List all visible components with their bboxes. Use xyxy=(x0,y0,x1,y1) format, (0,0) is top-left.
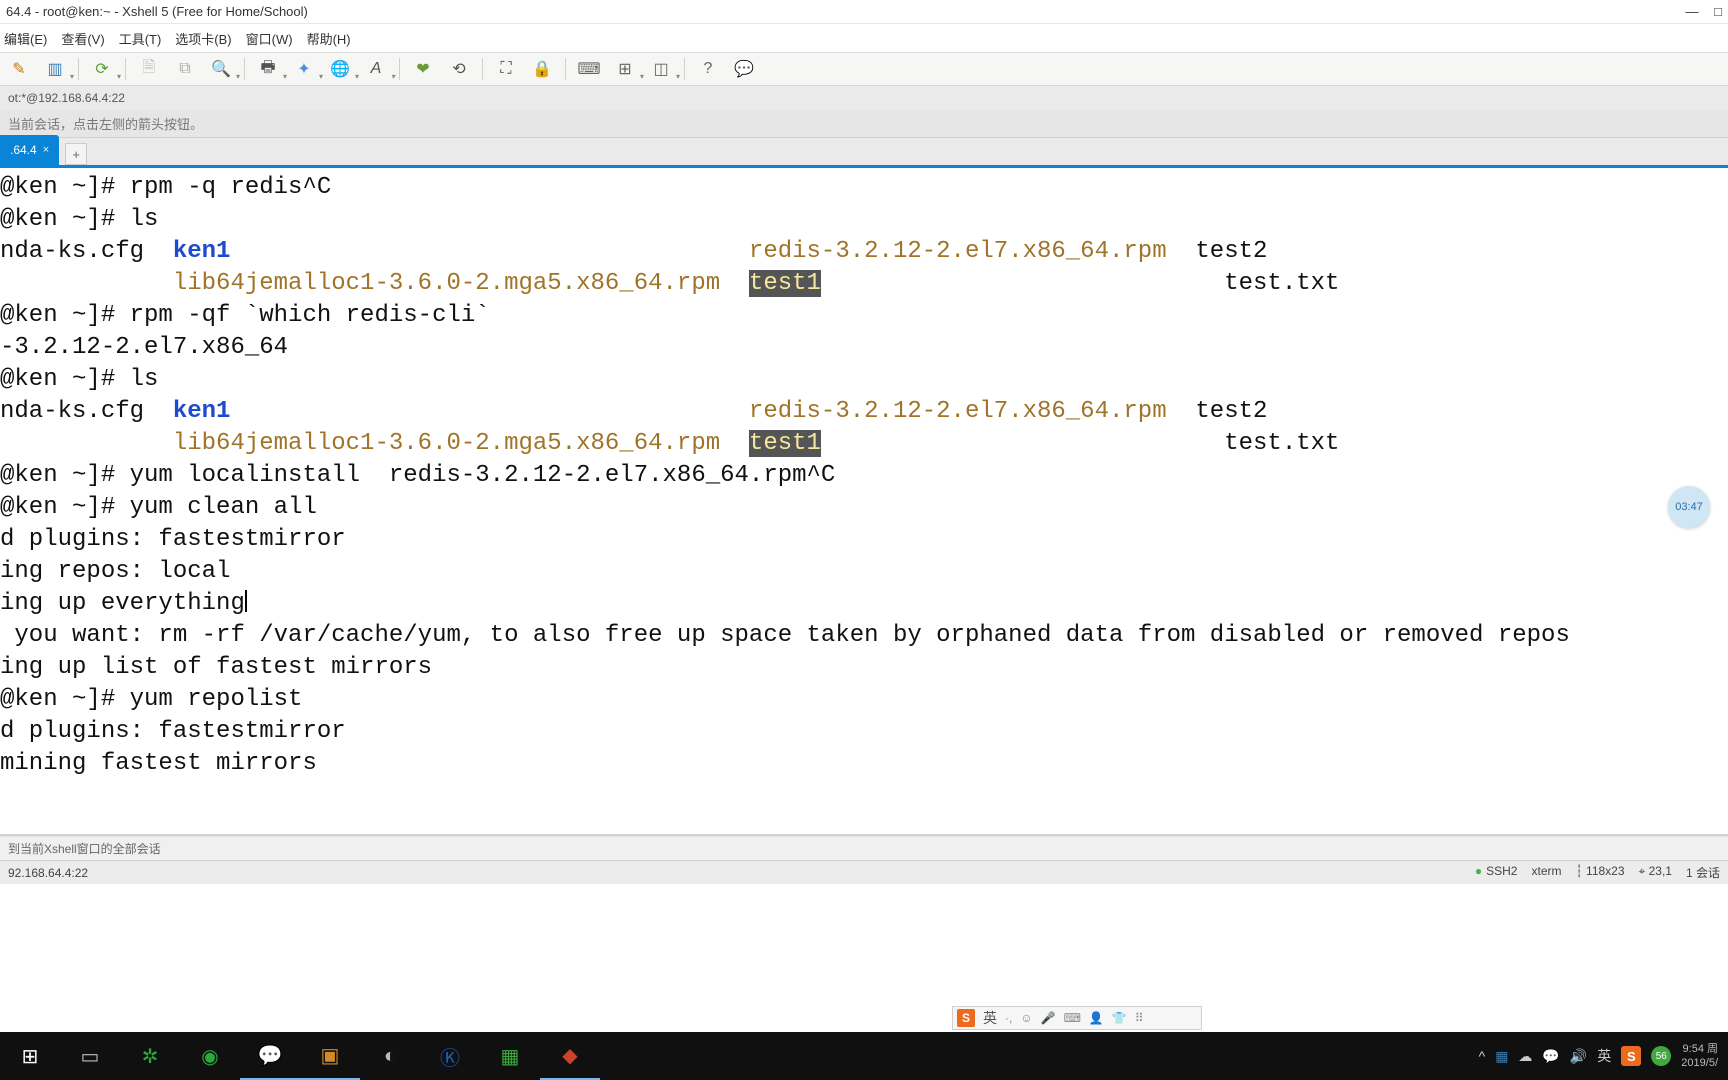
new-tab-button[interactable]: + xyxy=(65,143,87,165)
chat-icon[interactable]: 💬 xyxy=(731,57,757,81)
hint-bar: 当前会话，点击左侧的箭头按钮。 xyxy=(0,110,1728,138)
minimize-button[interactable]: — xyxy=(1686,4,1699,19)
window-title-bar: 64.4 - root@ken:~ - Xshell 5 (Free for H… xyxy=(0,0,1728,24)
new-session-icon[interactable]: ✎ xyxy=(6,57,32,81)
vmware-icon[interactable]: ▣ xyxy=(300,1032,360,1080)
kugou-icon[interactable]: Ⓚ xyxy=(420,1032,480,1080)
ime-keyboard-icon[interactable]: ⌨ xyxy=(1064,1011,1081,1025)
timer-badge[interactable]: 03:47 xyxy=(1668,486,1710,528)
iqiyi-icon[interactable]: ▦ xyxy=(480,1032,540,1080)
ime-emoji-icon[interactable]: ☺ xyxy=(1020,1011,1032,1025)
tray-onedrive-icon[interactable]: ☁ xyxy=(1518,1048,1532,1065)
menu-bar: 编辑(E) 查看(V) 工具(T) 选项卡(B) 窗口(W) 帮助(H) xyxy=(0,24,1728,52)
link-icon[interactable]: 🗎 xyxy=(136,57,162,81)
status-bar: 92.168.64.4:22 SSH2 xterm ┆ 118x23 ⌖ 23,… xyxy=(0,860,1728,884)
keyboard-icon[interactable]: ⌨ xyxy=(576,57,602,81)
ime-tools-icon[interactable]: ⠿ xyxy=(1135,1011,1144,1025)
menu-window[interactable]: 窗口(W) xyxy=(246,29,293,48)
address-bar[interactable]: ot:*@192.168.64.4:22 xyxy=(0,86,1728,110)
ime-person-icon[interactable]: 👤 xyxy=(1089,1011,1104,1025)
reconnect-icon[interactable]: ⟳ xyxy=(89,57,115,81)
windows-taskbar: ⊞ ▭ ✲ ◉ 💬 ▣ ◐ Ⓚ ▦ ◆ ^ ▦ ☁ 💬 🔊 英 S 56 9:5… xyxy=(0,1032,1728,1080)
tray-360-badge[interactable]: 56 xyxy=(1651,1046,1671,1066)
lock-icon[interactable]: 🔒 xyxy=(529,57,555,81)
status-cursor: ⌖ 23,1 xyxy=(1639,864,1672,881)
status-sessions: 1 会话 xyxy=(1686,864,1720,881)
tray-sogou-icon[interactable]: S xyxy=(1621,1046,1641,1066)
ime-punct-icon[interactable]: ·, xyxy=(1005,1011,1012,1025)
tray-app-icon[interactable]: ▦ xyxy=(1495,1048,1508,1065)
status-term: xterm xyxy=(1531,864,1561,881)
window-title: 64.4 - root@ken:~ - Xshell 5 (Free for H… xyxy=(6,4,308,19)
menu-edit[interactable]: 编辑(E) xyxy=(4,29,47,48)
copy-icon[interactable]: ⧉ xyxy=(172,57,198,81)
help-icon[interactable]: ? xyxy=(695,57,721,81)
close-icon[interactable]: × xyxy=(43,144,49,156)
tray-volume-icon[interactable]: 🔊 xyxy=(1570,1048,1587,1065)
favorite-icon[interactable]: ❤ xyxy=(410,57,436,81)
menu-view[interactable]: 查看(V) xyxy=(61,29,104,48)
search-icon[interactable]: 🔍 xyxy=(208,57,234,81)
session-tab-label: .64.4 xyxy=(10,143,37,157)
toolbar: ✎ ▥ ⟳ 🗎 ⧉ 🔍 🖶 ✦ 🌐 A ❤ ⟲ ⛶ 🔒 ⌨ ⊞ ◫ ? 💬 xyxy=(0,52,1728,86)
xshell-icon[interactable]: ◆ xyxy=(540,1032,600,1080)
tray-lang-icon[interactable]: 英 xyxy=(1597,1046,1611,1066)
ime-mic-icon[interactable]: 🎤 xyxy=(1041,1011,1056,1025)
menu-tabs[interactable]: 选项卡(B) xyxy=(175,29,231,48)
bookmark-icon[interactable]: ✦ xyxy=(291,57,317,81)
text-cursor xyxy=(245,590,247,612)
session-tabs: .64.4 × + xyxy=(0,138,1728,168)
app-icon-1[interactable]: ✲ xyxy=(120,1032,180,1080)
ime-skin-icon[interactable]: 👕 xyxy=(1112,1011,1127,1025)
panel-icon[interactable]: ◫ xyxy=(648,57,674,81)
start-button[interactable]: ⊞ xyxy=(0,1032,60,1080)
open-session-icon[interactable]: ▥ xyxy=(42,57,68,81)
globe-icon[interactable]: 🌐 xyxy=(327,57,353,81)
chrome-icon[interactable]: ◐ xyxy=(360,1032,420,1080)
edge-icon[interactable]: ◉ xyxy=(180,1032,240,1080)
tray-chevron-icon[interactable]: ^ xyxy=(1479,1048,1486,1064)
wechat-icon[interactable]: 💬 xyxy=(240,1032,300,1080)
task-view-icon[interactable]: ▭ xyxy=(60,1032,120,1080)
terminal-output[interactable]: @ken ~]# rpm -q redis^C @ken ~]# ls nda-… xyxy=(0,168,1728,780)
maximize-button[interactable]: □ xyxy=(1714,4,1722,19)
ime-language-toggle[interactable]: 英 xyxy=(983,1008,997,1028)
status-protocol: SSH2 xyxy=(1475,864,1518,881)
taskbar-clock[interactable]: 9:54 周 2019/5/ xyxy=(1681,1042,1718,1070)
expand-icon[interactable]: ⛶ xyxy=(493,57,519,81)
sogou-icon[interactable]: S xyxy=(957,1009,975,1027)
session-tab-active[interactable]: .64.4 × xyxy=(0,135,59,165)
refresh-icon[interactable]: ⟲ xyxy=(446,57,472,81)
menu-help[interactable]: 帮助(H) xyxy=(307,29,351,48)
font-icon[interactable]: A xyxy=(363,57,389,81)
status-size: ┆ 118x23 xyxy=(1575,864,1624,881)
broadcast-bar: 到当前Xshell窗口的全部会话 xyxy=(0,836,1728,860)
ime-toolbar[interactable]: S 英 ·, ☺ 🎤 ⌨ 👤 👕 ⠿ xyxy=(952,1006,1202,1030)
status-host: 92.168.64.4:22 xyxy=(8,866,88,880)
menu-tools[interactable]: 工具(T) xyxy=(119,29,162,48)
print-icon[interactable]: 🖶 xyxy=(255,57,281,81)
tray-chat-icon[interactable]: 💬 xyxy=(1542,1048,1559,1065)
add-window-icon[interactable]: ⊞ xyxy=(612,57,638,81)
